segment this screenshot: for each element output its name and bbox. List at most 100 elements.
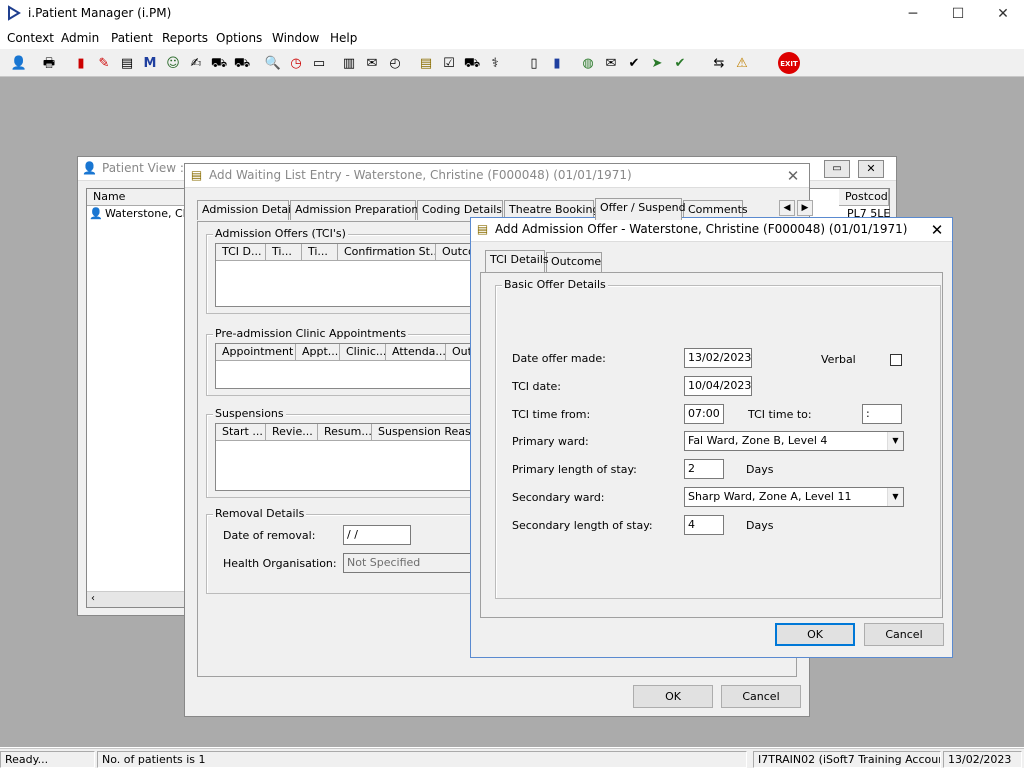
- column-header-attendance[interactable]: Attenda...: [386, 344, 446, 361]
- chevron-down-icon[interactable]: ▼: [887, 432, 903, 450]
- column-header-resume[interactable]: Resum...: [318, 424, 372, 441]
- close-icon[interactable]: ✕: [783, 166, 803, 186]
- close-app-button[interactable]: ✕: [980, 0, 1024, 28]
- primary-length-of-stay-input[interactable]: 2: [684, 459, 724, 479]
- referral-check-icon[interactable]: ✔: [623, 52, 645, 74]
- admission-offer-dialog: ▤ Add Admission Offer - Waterstone, Chri…: [470, 217, 953, 658]
- menu-help[interactable]: Help: [330, 31, 357, 45]
- notes-icon[interactable]: ✍: [185, 52, 207, 74]
- primary-ward-select[interactable]: Fal Ward, Zone B, Level 4 ▼: [684, 431, 904, 451]
- tab-admission-details[interactable]: Admission Details: [197, 200, 300, 220]
- app-title-bar: i.Patient Manager (i.PM) ─ ☐ ✕: [0, 0, 1024, 28]
- tci-time-to-input[interactable]: :: [862, 404, 902, 424]
- close-icon[interactable]: ✕: [858, 160, 884, 178]
- search-list-icon[interactable]: 🔍: [262, 52, 284, 74]
- horizontal-scrollbar[interactable]: ‹: [87, 591, 197, 607]
- column-header-confirmation-status[interactable]: Confirmation St...: [338, 244, 436, 261]
- date-of-removal-input[interactable]: / /: [343, 525, 411, 545]
- patient-icon: 👤: [82, 161, 97, 175]
- restore-icon[interactable]: ▭: [824, 160, 850, 178]
- edit-record-icon[interactable]: ✎: [93, 52, 115, 74]
- secondary-length-of-stay-input[interactable]: 4: [684, 515, 724, 535]
- menu-bar: Context Admin Patient Reports Options Wi…: [0, 28, 1024, 49]
- menu-reports[interactable]: Reports: [162, 31, 208, 45]
- page-icon[interactable]: ▯: [523, 52, 545, 74]
- waiting-list-title: Add Waiting List Entry - Waterstone, Chr…: [209, 168, 632, 182]
- bar-chart-icon[interactable]: ▮: [546, 52, 568, 74]
- maximize-button[interactable]: ☐: [935, 0, 981, 28]
- m-icon[interactable]: M: [139, 52, 161, 74]
- column-header-postcode[interactable]: Postcod: [839, 189, 889, 206]
- book-icon[interactable]: ▮: [70, 52, 92, 74]
- tci-date-label: TCI date:: [512, 380, 562, 393]
- primary-length-of-stay-label: Primary length of stay:: [512, 463, 637, 476]
- verbal-checkbox[interactable]: [890, 354, 902, 366]
- check-list-icon[interactable]: ☑: [438, 52, 460, 74]
- document-list-icon[interactable]: ▤: [415, 52, 437, 74]
- menu-options[interactable]: Options: [216, 31, 262, 45]
- status-patient-count: No. of patients is 1: [97, 751, 747, 768]
- tab-scroll-right-icon[interactable]: ▶: [797, 200, 813, 216]
- monitor-icon[interactable]: ▭: [308, 52, 330, 74]
- tab-scroll-left-icon[interactable]: ◀: [779, 200, 795, 216]
- tab-admission-preparation[interactable]: Admission Preparation: [290, 200, 418, 220]
- tab-tci-details[interactable]: TCI Details: [485, 250, 549, 272]
- menu-admin[interactable]: Admin: [61, 31, 99, 45]
- admission-offer-cancel-button[interactable]: Cancel: [864, 623, 944, 646]
- bus-icon[interactable]: ⛟: [231, 52, 253, 74]
- health-organisation-label: Health Organisation:: [223, 557, 337, 570]
- admission-offer-ok-button[interactable]: OK: [775, 623, 855, 646]
- tab-outcome[interactable]: Outcome: [546, 252, 602, 272]
- exit-icon[interactable]: EXIT: [778, 52, 800, 74]
- admission-offer-title-bar: ▤ Add Admission Offer - Waterstone, Chri…: [471, 218, 952, 242]
- menu-window[interactable]: Window: [272, 31, 319, 45]
- tci-time-from-input[interactable]: 07:00: [684, 404, 724, 424]
- green-arrow-icon[interactable]: ➤: [646, 52, 668, 74]
- menu-patient[interactable]: Patient: [111, 31, 153, 45]
- column-header-time-from[interactable]: Ti...: [266, 244, 302, 261]
- patient-row-name[interactable]: Waterstone, Chr: [105, 207, 194, 220]
- form-icon: ▤: [476, 222, 489, 236]
- doctor-icon[interactable]: ☺: [162, 52, 184, 74]
- tab-offer-suspend[interactable]: Offer / Suspend: [595, 198, 686, 220]
- column-header-start[interactable]: Start ...: [216, 424, 266, 441]
- minimize-button[interactable]: ─: [890, 0, 936, 28]
- report-icon[interactable]: ▥: [338, 52, 360, 74]
- referral-icon[interactable]: ✉: [600, 52, 622, 74]
- patient-search-icon[interactable]: 👤: [8, 52, 30, 74]
- scroll-left-icon[interactable]: ‹: [91, 593, 95, 604]
- status-ready: Ready...: [0, 751, 95, 768]
- primary-ward-label: Primary ward:: [512, 435, 589, 448]
- ambulance-icon[interactable]: ⛟: [208, 52, 230, 74]
- column-header-tci-date[interactable]: TCI D...: [216, 244, 266, 261]
- letters-icon[interactable]: ✉: [361, 52, 383, 74]
- print-icon[interactable]: 🖶: [38, 52, 60, 74]
- waiting-list-cancel-button[interactable]: Cancel: [721, 685, 801, 708]
- secondary-length-of-stay-label: Secondary length of stay:: [512, 519, 653, 532]
- transport-icon[interactable]: ⛟: [461, 52, 483, 74]
- chevron-down-icon[interactable]: ▼: [887, 488, 903, 506]
- clock-icon[interactable]: ◷: [285, 52, 307, 74]
- form-icon: ▤: [190, 168, 203, 182]
- column-header-time-to[interactable]: Ti...: [302, 244, 338, 261]
- column-header-appt[interactable]: Appt...: [296, 344, 340, 361]
- date-offer-made-input[interactable]: 13/02/2023: [684, 348, 752, 368]
- close-icon[interactable]: ✕: [927, 220, 947, 240]
- health-organisation-field[interactable]: Not Specified: [343, 553, 473, 573]
- warning-icon[interactable]: ⚠: [731, 52, 753, 74]
- secondary-ward-select[interactable]: Sharp Ward, Zone A, Level 11 ▼: [684, 487, 904, 507]
- waiting-list-ok-button[interactable]: OK: [633, 685, 713, 708]
- globe-icon[interactable]: ◍: [577, 52, 599, 74]
- schedule-clock-icon[interactable]: ◴: [384, 52, 406, 74]
- waiting-list-icon[interactable]: ⚕: [484, 52, 506, 74]
- date-offer-made-label: Date offer made:: [512, 352, 606, 365]
- menu-context[interactable]: Context: [7, 31, 54, 45]
- swap-icon[interactable]: ⇆: [708, 52, 730, 74]
- form-icon[interactable]: ▤: [116, 52, 138, 74]
- green-check-icon[interactable]: ✔: [669, 52, 691, 74]
- column-header-clinic[interactable]: Clinic...: [340, 344, 386, 361]
- column-header-appointment[interactable]: Appointment: [216, 344, 296, 361]
- tci-date-input[interactable]: 10/04/2023: [684, 376, 752, 396]
- column-header-review[interactable]: Revie...: [266, 424, 318, 441]
- secondary-ward-label: Secondary ward:: [512, 491, 605, 504]
